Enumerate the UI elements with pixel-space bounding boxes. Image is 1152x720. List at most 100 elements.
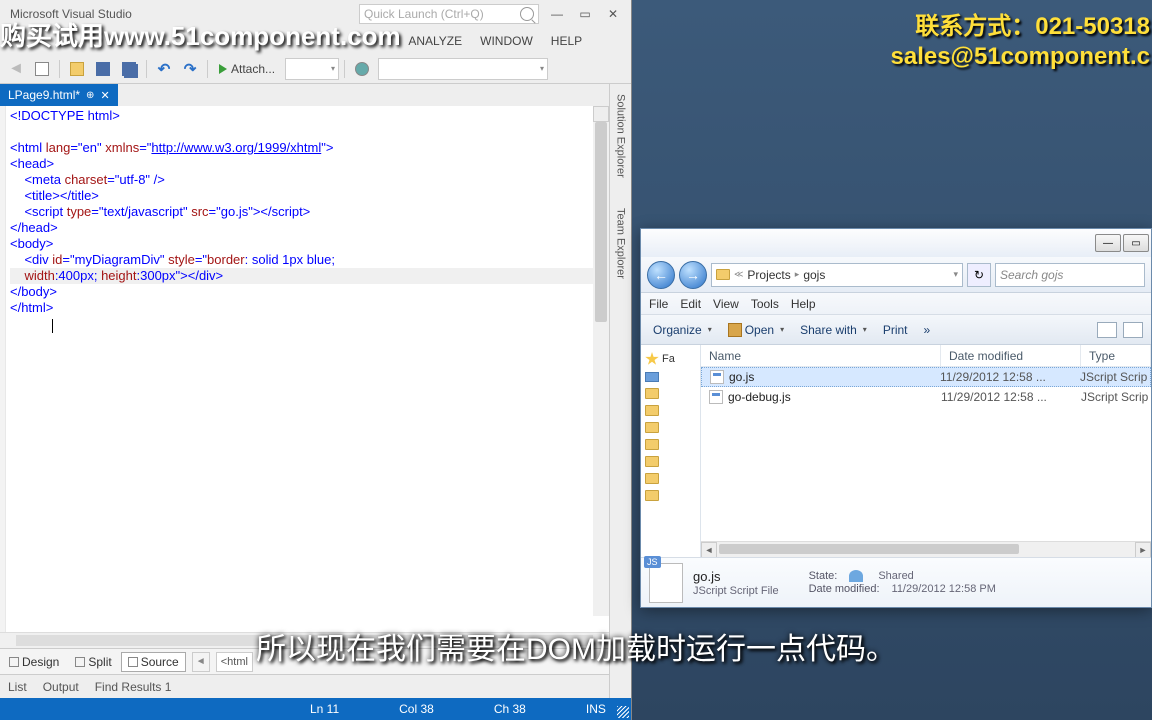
address-dropdown-icon[interactable]: ▾ — [953, 269, 958, 280]
solution-explorer-tab[interactable]: Solution Explorer — [615, 94, 627, 178]
chevron-left-icon[interactable]: ≪ — [734, 269, 743, 280]
tree-item[interactable] — [643, 402, 698, 419]
explorer-maximize-button[interactable]: ▭ — [1123, 234, 1149, 252]
vertical-scrollbar[interactable] — [593, 122, 609, 616]
output-tab[interactable]: Output — [35, 678, 87, 696]
new-item-button[interactable] — [30, 57, 54, 81]
list-hscroll[interactable]: ◄ ► — [701, 541, 1151, 557]
menu-window[interactable]: WINDOW — [472, 32, 541, 50]
scroll-left-icon[interactable]: ◄ — [701, 542, 717, 557]
play-icon — [219, 64, 227, 74]
explorer-navbar: ← → ≪ Projects ▸ gojs ▾ ↻ Search gojs — [641, 257, 1151, 293]
find-results-tab[interactable]: Find Results 1 — [87, 678, 180, 696]
address-bar[interactable]: ≪ Projects ▸ gojs ▾ — [711, 263, 963, 287]
file-date: 11/29/2012 12:58 ... — [940, 370, 1080, 384]
code-editor[interactable]: <!DOCTYPE html> <html lang="en" xmlns="h… — [0, 106, 609, 632]
back-button[interactable]: ◄ — [4, 57, 28, 81]
explorer-minimize-button[interactable]: — — [1095, 234, 1121, 252]
scroll-right-icon[interactable]: ► — [1135, 542, 1151, 557]
breadcrumb-prev[interactable]: ◄ — [192, 652, 210, 672]
document-tab[interactable]: LPage9.html* ⊕ ✕ — [0, 84, 118, 106]
organize-button[interactable]: Organize — [649, 321, 716, 339]
pin-icon[interactable]: ⊕ — [86, 90, 94, 101]
file-row[interactable]: go.js 11/29/2012 12:58 ... JScript Scrip — [701, 367, 1151, 387]
address-seg-gojs[interactable]: gojs — [803, 268, 825, 282]
file-name: go.js — [729, 370, 754, 384]
vs-statusbar: Ln 11 Col 38 Ch 38 INS — [0, 698, 631, 720]
nav-tree[interactable]: Fa — [641, 345, 701, 557]
maximize-button[interactable]: ▭ — [571, 4, 599, 24]
col-date[interactable]: Date modified — [941, 345, 1081, 366]
design-mode-button[interactable]: Design — [2, 652, 66, 672]
editor-hscroll[interactable] — [0, 632, 609, 648]
resize-grip[interactable] — [617, 706, 629, 718]
explorer-window: — ▭ ← → ≪ Projects ▸ gojs ▾ ↻ Search goj… — [640, 228, 1152, 608]
view-options-button[interactable] — [1097, 322, 1117, 338]
split-mode-button[interactable]: Split — [68, 652, 118, 672]
chevron-icon[interactable]: ▸ — [795, 269, 800, 280]
open-button[interactable] — [65, 57, 89, 81]
tree-item[interactable] — [643, 487, 698, 504]
folder-open-icon — [70, 62, 84, 76]
file-row[interactable]: go-debug.js 11/29/2012 12:58 ... JScript… — [701, 387, 1151, 407]
document-tabbar: LPage9.html* ⊕ ✕ — [0, 84, 609, 106]
redo-button[interactable]: ↷ — [178, 57, 202, 81]
tree-item[interactable] — [643, 470, 698, 487]
tree-item[interactable] — [643, 436, 698, 453]
save-all-button[interactable] — [117, 57, 141, 81]
details-pane: go.js JScript Script File State: Shared … — [641, 557, 1151, 607]
tree-item[interactable] — [643, 453, 698, 470]
menu-view[interactable]: View — [713, 297, 739, 311]
folder-icon — [645, 422, 659, 433]
config-combo[interactable]: ▾ — [285, 58, 339, 80]
team-explorer-tab[interactable]: Team Explorer — [615, 208, 627, 279]
refresh-button[interactable]: ↻ — [967, 263, 991, 287]
list-header: Name Date modified Type — [701, 345, 1151, 367]
details-filetype: JScript Script File — [693, 585, 779, 597]
file-type: JScript Scrip — [1080, 370, 1150, 384]
attach-button[interactable]: Attach... — [213, 57, 281, 81]
details-filename: go.js — [693, 569, 779, 584]
col-type[interactable]: Type — [1081, 345, 1151, 366]
close-tab-icon[interactable]: ✕ — [100, 89, 109, 102]
close-button[interactable]: ✕ — [599, 4, 627, 24]
attach-label: Attach... — [231, 62, 275, 76]
menu-analyze[interactable]: ANALYZE — [400, 32, 470, 50]
search-icon[interactable] — [520, 7, 534, 21]
share-button[interactable]: Share with — [796, 321, 871, 339]
print-button[interactable]: Print — [879, 321, 912, 339]
state-label: State: — [809, 570, 838, 582]
tree-item[interactable] — [643, 385, 698, 402]
back-nav-button[interactable]: ← — [647, 261, 675, 289]
explorer-toolbar: Organize Open Share with Print » — [641, 315, 1151, 345]
save-button[interactable] — [91, 57, 115, 81]
source-mode-button[interactable]: Source — [121, 652, 186, 672]
breadcrumb-combo[interactable]: <html — [216, 652, 253, 672]
explorer-titlebar[interactable]: — ▭ — [641, 229, 1151, 257]
error-list-tab[interactable]: List — [0, 678, 35, 696]
search-placeholder: Search gojs — [1000, 268, 1063, 282]
forward-nav-button[interactable]: → — [679, 261, 707, 289]
undo-button[interactable]: ↶ — [152, 57, 176, 81]
menu-help-exp[interactable]: Help — [791, 297, 816, 311]
minimize-button[interactable]: — — [543, 4, 571, 24]
open-button-exp[interactable]: Open — [724, 321, 788, 339]
desktop-icon — [645, 372, 659, 382]
menu-tools[interactable]: Tools — [751, 297, 779, 311]
globe-icon — [355, 62, 369, 76]
tree-item[interactable] — [643, 419, 698, 436]
col-name[interactable]: Name — [701, 345, 941, 366]
split-handle[interactable] — [593, 106, 609, 122]
tree-favorites[interactable]: Fa — [643, 349, 698, 369]
target-combo[interactable]: ▾ — [378, 58, 548, 80]
menu-edit[interactable]: Edit — [680, 297, 701, 311]
outline-gutter[interactable] — [0, 106, 6, 632]
more-button[interactable]: » — [920, 321, 935, 339]
preview-pane-button[interactable] — [1123, 322, 1143, 338]
tree-item[interactable] — [643, 369, 698, 385]
explorer-search-input[interactable]: Search gojs — [995, 263, 1145, 287]
menu-help[interactable]: HELP — [543, 32, 590, 50]
menu-file[interactable]: File — [649, 297, 668, 311]
browser-button[interactable] — [350, 57, 374, 81]
address-seg-projects[interactable]: Projects — [747, 268, 790, 282]
